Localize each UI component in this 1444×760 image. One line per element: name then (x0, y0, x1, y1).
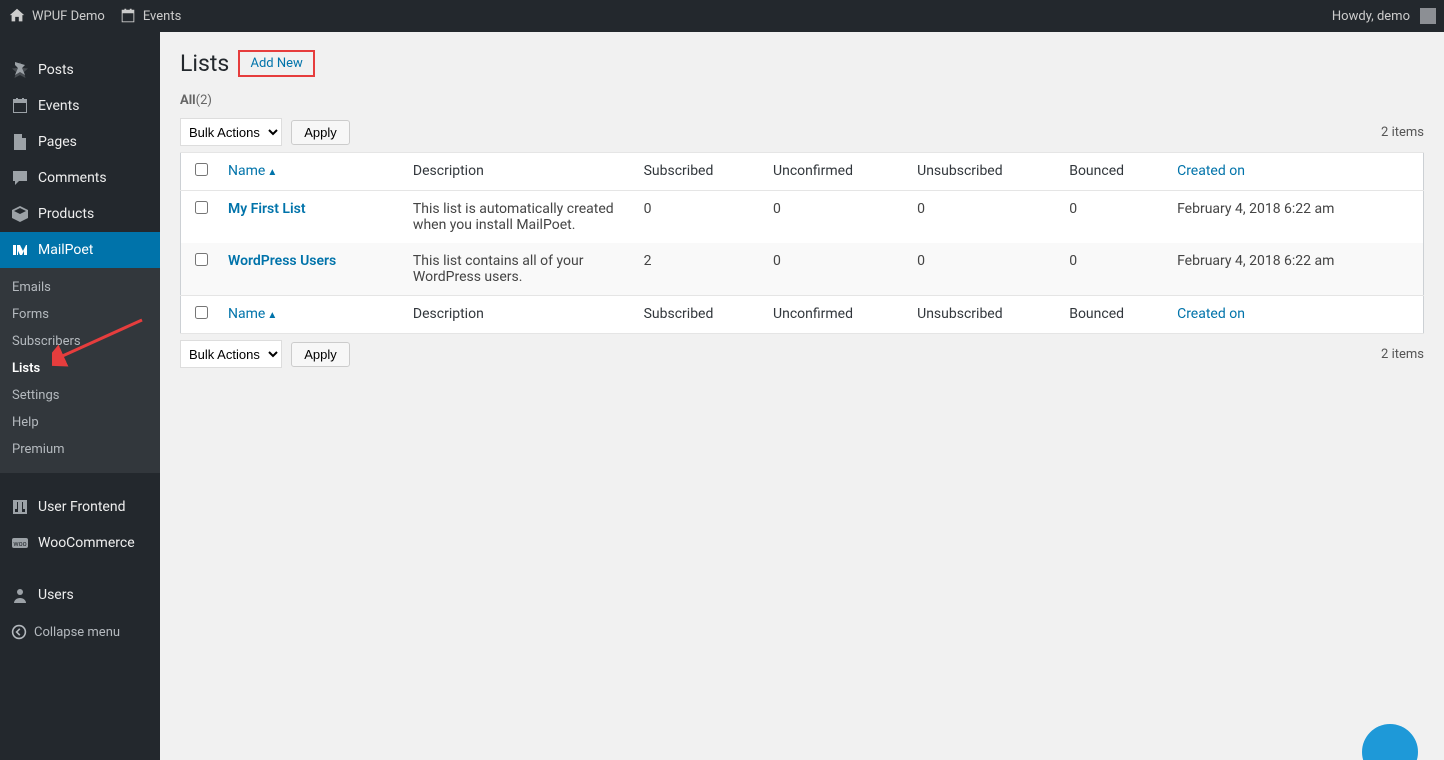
bulk-actions-select-bottom[interactable]: Bulk Actions (180, 340, 282, 368)
items-count-bottom: 2 items (1381, 347, 1424, 362)
submenu-item-premium[interactable]: Premium (0, 436, 160, 463)
sidebar-item-mailpoet[interactable]: MailPoet (0, 232, 160, 268)
cell-unsubscribed: 0 (907, 243, 1059, 296)
col-description[interactable]: Description (403, 153, 634, 191)
sidebar-item-label: Users (38, 587, 74, 603)
sidebar-item-label: WooCommerce (38, 535, 135, 551)
submenu-item-settings[interactable]: Settings (0, 382, 160, 409)
comment-icon (10, 168, 30, 188)
home-icon (8, 7, 26, 25)
admin-sidebar: Posts Events Pages Comments Products MailPoet… (0, 32, 160, 760)
toolbar-site[interactable]: WPUF Demo (8, 7, 105, 25)
cell-unsubscribed: 0 (907, 191, 1059, 244)
avatar (1420, 8, 1436, 24)
cell-description: This list contains all of your WordPress… (403, 243, 634, 296)
col-unconfirmed-foot[interactable]: Unconfirmed (763, 296, 907, 334)
col-bounced[interactable]: Bounced (1059, 153, 1167, 191)
box-icon (10, 204, 30, 224)
admin-toolbar: WPUF Demo Events Howdy, demo (0, 0, 1444, 32)
col-created[interactable]: Created on (1167, 153, 1423, 191)
select-all-checkbox-foot[interactable] (195, 306, 208, 319)
col-subscribed-foot[interactable]: Subscribed (634, 296, 763, 334)
submenu-item-help[interactable]: Help (0, 409, 160, 436)
cell-bounced: 0 (1059, 243, 1167, 296)
sidebar-item-users[interactable]: Users (0, 577, 160, 613)
cell-created: February 4, 2018 6:22 am (1167, 243, 1423, 296)
table-row: My First List This list is automatically … (181, 191, 1424, 244)
pin-icon (10, 60, 30, 80)
col-unsubscribed-foot[interactable]: Unsubscribed (907, 296, 1059, 334)
collapse-icon (10, 623, 28, 641)
sort-asc-icon: ▲ (267, 310, 277, 321)
submenu-item-subscribers[interactable]: Subscribers (0, 328, 160, 355)
sidebar-item-posts[interactable]: Posts (0, 52, 160, 88)
col-unconfirmed[interactable]: Unconfirmed (763, 153, 907, 191)
col-name[interactable]: Name▲ (218, 153, 403, 191)
select-all-checkbox[interactable] (195, 163, 208, 176)
cell-description: This list is automatically created when … (403, 191, 634, 244)
col-subscribed[interactable]: Subscribed (634, 153, 763, 191)
calendar-icon (119, 7, 137, 25)
list-filter[interactable]: All(2) (180, 93, 1424, 108)
calendar-icon (10, 96, 30, 116)
sort-asc-icon: ▲ (267, 167, 277, 178)
col-name-foot[interactable]: Name▲ (218, 296, 403, 334)
cell-unconfirmed: 0 (763, 243, 907, 296)
sidebar-item-label: User Frontend (38, 499, 125, 515)
sidebar-item-comments[interactable]: Comments (0, 160, 160, 196)
sidebar-item-label: Pages (38, 134, 77, 150)
page-title: Lists (180, 50, 229, 77)
toolbar-events[interactable]: Events (119, 7, 181, 25)
apply-button-bottom[interactable]: Apply (291, 342, 350, 367)
sidebar-item-label: Comments (38, 170, 107, 186)
apply-button[interactable]: Apply (291, 120, 350, 145)
woo-icon: woo (10, 533, 30, 553)
cell-created: February 4, 2018 6:22 am (1167, 191, 1423, 244)
filter-all-count: (2) (196, 93, 212, 108)
sidebar-item-user-frontend[interactable]: User Frontend (0, 489, 160, 525)
sidebar-item-events[interactable]: Events (0, 88, 160, 124)
submenu-item-forms[interactable]: Forms (0, 301, 160, 328)
sidebar-item-label: Events (38, 98, 79, 114)
add-new-button[interactable]: Add New (238, 50, 314, 77)
page-icon (10, 132, 30, 152)
cell-unconfirmed: 0 (763, 191, 907, 244)
list-name-link[interactable]: My First List (228, 201, 306, 217)
sidebar-item-label: MailPoet (38, 242, 93, 258)
cell-subscribed: 2 (634, 243, 763, 296)
user-icon (10, 585, 30, 605)
cell-bounced: 0 (1059, 191, 1167, 244)
sidebar-item-label: Products (38, 206, 94, 222)
col-created-foot[interactable]: Created on (1167, 296, 1423, 334)
filter-all-label: All (180, 93, 196, 108)
userfrontend-icon (10, 497, 30, 517)
bulk-actions-select[interactable]: Bulk Actions (180, 118, 282, 146)
col-unsubscribed[interactable]: Unsubscribed (907, 153, 1059, 191)
row-checkbox[interactable] (195, 253, 208, 266)
col-bounced-foot[interactable]: Bounced (1059, 296, 1167, 334)
col-description-foot[interactable]: Description (403, 296, 634, 334)
toolbar-events-label: Events (143, 9, 181, 24)
sidebar-item-pages[interactable]: Pages (0, 124, 160, 160)
row-checkbox[interactable] (195, 201, 208, 214)
svg-text:woo: woo (13, 540, 26, 548)
submenu-item-lists[interactable]: Lists (0, 355, 160, 382)
sidebar-item-woocommerce[interactable]: woo WooCommerce (0, 525, 160, 561)
sidebar-item-label: Posts (38, 62, 74, 78)
cell-subscribed: 0 (634, 191, 763, 244)
mailpoet-icon (10, 240, 30, 260)
main-content: Lists Add New All(2) Bulk Actions Apply … (160, 32, 1444, 760)
list-name-link[interactable]: WordPress Users (228, 253, 336, 269)
items-count: 2 items (1381, 125, 1424, 140)
table-row: WordPress Users This list contains all of… (181, 243, 1424, 296)
submenu-item-emails[interactable]: Emails (0, 274, 160, 301)
toolbar-account[interactable]: Howdy, demo (1332, 8, 1436, 24)
sidebar-item-products[interactable]: Products (0, 196, 160, 232)
lists-table: Name▲ Description Subscribed Unconfirmed… (180, 152, 1424, 334)
collapse-menu-button[interactable]: Collapse menu (0, 613, 160, 651)
toolbar-site-label: WPUF Demo (32, 9, 105, 24)
toolbar-howdy: Howdy, demo (1332, 9, 1410, 24)
collapse-label: Collapse menu (34, 625, 120, 640)
